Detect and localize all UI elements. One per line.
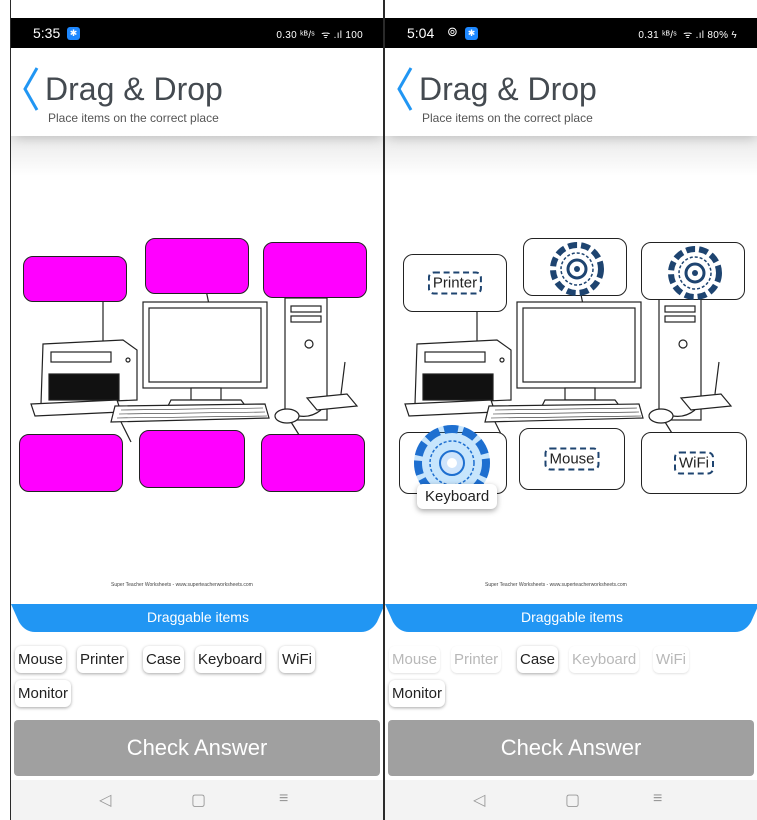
back-icon[interactable] bbox=[393, 64, 417, 114]
drop-zone-keyboard[interactable] bbox=[19, 434, 123, 492]
credit-text: Super Teacher Worksheets - www.superteac… bbox=[485, 582, 627, 588]
app-header: Drag & Drop Place items on the correct p… bbox=[385, 48, 757, 136]
drop-zone-monitor[interactable] bbox=[145, 238, 249, 294]
check-answer-button[interactable]: Check Answer bbox=[14, 720, 380, 776]
drop-zone-case[interactable] bbox=[641, 242, 745, 300]
empty-target-icon bbox=[550, 242, 604, 296]
drop-zone-wifi[interactable]: WiFi bbox=[641, 432, 747, 494]
back-icon[interactable] bbox=[19, 64, 43, 114]
draggable-items-label: Draggable items bbox=[147, 609, 249, 625]
page-title: Drag & Drop bbox=[419, 71, 597, 107]
nav-menu-icon[interactable]: ≡ bbox=[653, 790, 662, 808]
app-header: Drag & Drop Place items on the correct p… bbox=[11, 48, 383, 136]
phone-right: 5:04 ⊚ ✱ 0.31 ᵏᴮ/ˢ ᯤ .ıl 80% ϟ Drag & Dr… bbox=[384, 0, 757, 820]
status-indicators: 0.31 ᵏᴮ/ˢ ᯤ .ıl 80% ϟ bbox=[638, 30, 737, 41]
draggable-keyboard[interactable]: Keyboard bbox=[569, 646, 640, 673]
drop-zone-mouse[interactable] bbox=[139, 430, 245, 488]
page-subtitle: Place items on the correct place bbox=[48, 111, 219, 125]
placed-mouse[interactable]: Mouse bbox=[544, 447, 600, 471]
check-answer-button[interactable]: Check Answer bbox=[388, 720, 754, 776]
nav-menu-icon[interactable]: ≡ bbox=[279, 790, 288, 808]
status-indicators: 0.30 ᵏᴮ/ˢ ᯤ .ıl 100 bbox=[267, 30, 363, 41]
credit-text: Super Teacher Worksheets - www.superteac… bbox=[111, 582, 253, 588]
page-subtitle: Place items on the correct place bbox=[422, 111, 593, 125]
draggable-keyboard[interactable]: Keyboard bbox=[195, 646, 266, 673]
draggable-monitor[interactable]: Monitor bbox=[389, 680, 446, 707]
android-nav-bar: ◁ ▢ ≡ bbox=[385, 780, 757, 820]
drop-zone-wifi[interactable] bbox=[261, 434, 365, 492]
drop-zone-monitor[interactable] bbox=[523, 238, 627, 296]
draggable-printer[interactable]: Printer bbox=[77, 646, 128, 673]
drop-zone-printer[interactable] bbox=[23, 256, 127, 302]
alarm-icon: ⊚ bbox=[447, 24, 458, 39]
nav-home-icon[interactable]: ▢ bbox=[191, 790, 206, 810]
drop-area: Printer Mouse WiFi Keyboard Super Teache… bbox=[385, 136, 757, 606]
draggable-wifi[interactable]: WiFi bbox=[279, 646, 315, 673]
nav-back-icon[interactable]: ◁ bbox=[99, 790, 111, 810]
clock: 5:35 bbox=[33, 25, 61, 41]
drop-zone-mouse[interactable]: Mouse bbox=[519, 428, 625, 490]
status-bar: 5:04 ⊚ ✱ 0.31 ᵏᴮ/ˢ ᯤ .ıl 80% ϟ bbox=[385, 18, 757, 48]
bluetooth-icon: ✱ bbox=[67, 27, 80, 40]
draggable-items-bar: Draggable items bbox=[11, 602, 383, 634]
clock: 5:04 bbox=[407, 25, 435, 41]
draggable-case[interactable]: Case bbox=[143, 646, 185, 673]
drop-zone-printer[interactable]: Printer bbox=[403, 254, 507, 312]
computer-scene: Super Teacher Worksheets - www.superteac… bbox=[11, 232, 383, 588]
empty-target-icon bbox=[668, 246, 722, 300]
draggable-printer[interactable]: Printer bbox=[451, 646, 502, 673]
computer-scene: Printer Mouse WiFi Keyboard Super Teache… bbox=[385, 232, 757, 588]
draggable-items-list: Mouse Printer Case Keyboard WiFi Monitor bbox=[387, 642, 757, 718]
screenshot-pair: 5:35 ✱ 0.30 ᵏᴮ/ˢ ᯤ .ıl 100 Drag & Drop P… bbox=[0, 0, 757, 820]
bluetooth-icon: ✱ bbox=[465, 27, 478, 40]
status-bar: 5:35 ✱ 0.30 ᵏᴮ/ˢ ᯤ .ıl 100 bbox=[11, 18, 383, 48]
placed-wifi[interactable]: WiFi bbox=[674, 451, 714, 475]
page-title: Drag & Drop bbox=[45, 71, 223, 107]
drop-zone-case[interactable] bbox=[263, 242, 367, 298]
dragging-keyboard-chip[interactable]: Keyboard bbox=[417, 484, 498, 509]
draggable-mouse[interactable]: Mouse bbox=[15, 646, 67, 673]
draggable-mouse[interactable]: Mouse bbox=[389, 646, 441, 673]
draggable-items-list: Mouse Printer Case Keyboard WiFi Monitor bbox=[13, 642, 383, 718]
nav-back-icon[interactable]: ◁ bbox=[473, 790, 485, 810]
placed-printer[interactable]: Printer bbox=[427, 271, 483, 295]
drop-area: Super Teacher Worksheets - www.superteac… bbox=[11, 136, 383, 606]
draggable-monitor[interactable]: Monitor bbox=[15, 680, 72, 707]
draggable-wifi[interactable]: WiFi bbox=[653, 646, 689, 673]
phone-left: 5:35 ✱ 0.30 ᵏᴮ/ˢ ᯤ .ıl 100 Drag & Drop P… bbox=[10, 0, 384, 820]
draggable-case[interactable]: Case bbox=[517, 646, 559, 673]
nav-home-icon[interactable]: ▢ bbox=[565, 790, 580, 810]
draggable-items-label: Draggable items bbox=[521, 609, 623, 625]
android-nav-bar: ◁ ▢ ≡ bbox=[11, 780, 383, 820]
draggable-items-bar: Draggable items bbox=[385, 602, 757, 634]
